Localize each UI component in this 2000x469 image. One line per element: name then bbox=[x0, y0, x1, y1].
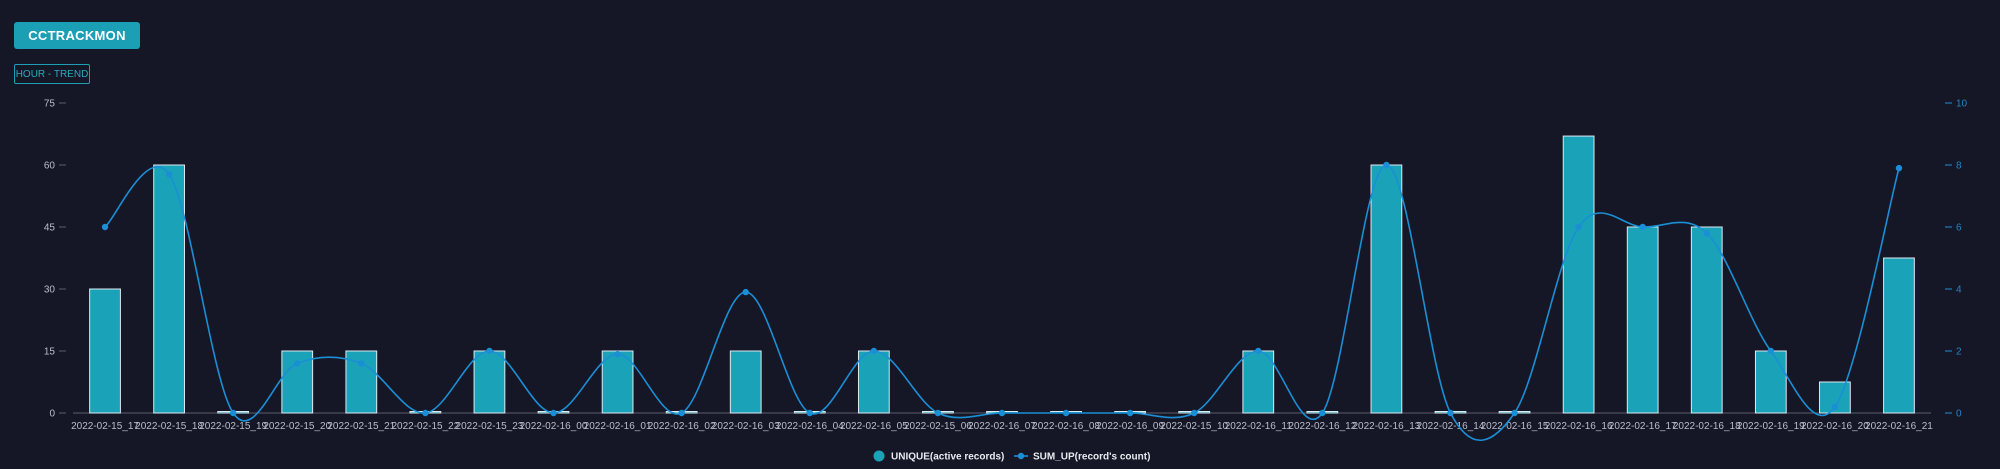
y-left-tick-label: 75 bbox=[44, 99, 56, 110]
y-left-tick-label: 45 bbox=[44, 223, 56, 234]
line-point[interactable] bbox=[294, 360, 301, 367]
hour-trend-chart: 0153045607502468102022-02-15_172022-02-1… bbox=[44, 99, 1968, 463]
x-tick-label: 2022-02-16_00 bbox=[520, 421, 588, 432]
x-tick-label: 2022-02-16_20 bbox=[1801, 421, 1869, 432]
line-point[interactable] bbox=[1511, 409, 1518, 417]
line-point[interactable] bbox=[550, 409, 557, 417]
line-point[interactable] bbox=[870, 347, 878, 355]
legend-item-unique[interactable]: UNIQUE(active records) bbox=[891, 452, 1004, 463]
y-left-tick-label: 0 bbox=[49, 409, 55, 420]
x-tick-label: 2022-02-16_17 bbox=[1609, 421, 1677, 432]
x-tick-label: 2022-02-16_02 bbox=[648, 421, 716, 432]
line-point[interactable] bbox=[1895, 164, 1903, 172]
bar[interactable] bbox=[1370, 164, 1403, 414]
line-point[interactable] bbox=[1319, 409, 1326, 417]
bar[interactable] bbox=[1883, 257, 1915, 414]
x-tick-label: 2022-02-15_20 bbox=[263, 421, 331, 432]
y-right-tick-label: 2 bbox=[1956, 347, 1962, 358]
line-point[interactable] bbox=[614, 350, 621, 358]
bar[interactable] bbox=[1754, 350, 1787, 414]
x-tick-label: 2022-02-15_06 bbox=[904, 421, 972, 432]
x-tick-label: 2022-02-15_17 bbox=[71, 421, 139, 432]
bars-layer bbox=[89, 135, 1915, 414]
x-tick-label: 2022-02-15_18 bbox=[135, 421, 203, 432]
line-point[interactable] bbox=[101, 223, 109, 231]
x-tick-label: 2022-02-15_10 bbox=[1160, 421, 1228, 432]
x-tick-label: 2022-02-15_21 bbox=[327, 421, 395, 432]
x-tick-label: 2022-02-16_04 bbox=[776, 421, 844, 432]
y-right-tick-label: 10 bbox=[1956, 99, 1968, 110]
x-tick-label: 2022-02-16_19 bbox=[1737, 421, 1805, 432]
x-tick-label: 2022-02-15_19 bbox=[199, 421, 267, 432]
x-tick-label: 2022-02-16_18 bbox=[1673, 421, 1741, 432]
axes-layer: 0153045607502468102022-02-15_172022-02-1… bbox=[44, 99, 1968, 433]
y-right-tick-label: 4 bbox=[1956, 285, 1962, 296]
line-point[interactable] bbox=[1062, 409, 1070, 417]
x-tick-label: 2022-02-15_22 bbox=[391, 421, 459, 432]
line-point[interactable] bbox=[1383, 161, 1390, 169]
y-left-tick-label: 60 bbox=[44, 161, 56, 172]
line-point[interactable] bbox=[1447, 409, 1454, 417]
line-point[interactable] bbox=[1703, 230, 1710, 237]
line-point[interactable] bbox=[1255, 347, 1262, 355]
x-tick-label: 2022-02-16_05 bbox=[840, 421, 908, 432]
line-point[interactable] bbox=[1126, 409, 1134, 417]
y-left-tick-label: 30 bbox=[44, 285, 56, 296]
line-point[interactable] bbox=[806, 409, 813, 417]
line-point[interactable] bbox=[422, 409, 429, 417]
x-tick-label: 2022-02-16_03 bbox=[712, 421, 780, 432]
y-right-tick-label: 0 bbox=[1956, 409, 1962, 420]
legend-item-sum-up[interactable]: SUM_UP(record's count) bbox=[1033, 452, 1150, 463]
legend[interactable]: UNIQUE(active records) SUM_UP(record's co… bbox=[873, 450, 1151, 463]
x-tick-label: 2022-02-16_15 bbox=[1481, 421, 1549, 432]
x-tick-label: 2022-02-16_09 bbox=[1096, 421, 1164, 432]
bar[interactable] bbox=[473, 350, 506, 414]
line-point[interactable] bbox=[1767, 347, 1775, 355]
x-tick-label: 2022-02-15_23 bbox=[456, 421, 524, 432]
y-right-tick-label: 8 bbox=[1956, 161, 1962, 172]
line-point[interactable] bbox=[1639, 223, 1646, 231]
bar[interactable] bbox=[1626, 226, 1659, 414]
line-point[interactable] bbox=[742, 288, 749, 296]
line-point[interactable] bbox=[229, 409, 237, 417]
bar[interactable] bbox=[1690, 226, 1723, 414]
bar[interactable] bbox=[1242, 350, 1275, 414]
line-point[interactable] bbox=[1831, 403, 1839, 410]
legend-line-marker-icon bbox=[1017, 452, 1025, 460]
x-tick-label: 2022-02-16_11 bbox=[1225, 421, 1293, 432]
line-point[interactable] bbox=[1575, 223, 1582, 231]
bar[interactable] bbox=[857, 350, 890, 414]
x-tick-label: 2022-02-16_13 bbox=[1352, 421, 1420, 432]
x-tick-label: 2022-02-16_21 bbox=[1865, 421, 1933, 432]
x-tick-label: 2022-02-16_16 bbox=[1545, 421, 1613, 432]
x-tick-label: 2022-02-16_08 bbox=[1032, 421, 1100, 432]
x-tick-label: 2022-02-16_07 bbox=[968, 421, 1036, 432]
line-point[interactable] bbox=[934, 409, 942, 417]
line-point[interactable] bbox=[1191, 409, 1198, 417]
bar[interactable] bbox=[1562, 135, 1595, 414]
line-point[interactable] bbox=[486, 347, 493, 355]
line-point[interactable] bbox=[165, 171, 173, 178]
x-tick-label: 2022-02-16_14 bbox=[1417, 421, 1485, 432]
line-point[interactable] bbox=[998, 409, 1006, 417]
y-left-tick-label: 15 bbox=[44, 347, 56, 358]
legend-bar-icon bbox=[873, 450, 885, 462]
x-tick-label: 2022-02-16_01 bbox=[584, 421, 652, 432]
x-tick-label: 2022-02-16_12 bbox=[1288, 421, 1356, 432]
bar[interactable] bbox=[729, 350, 762, 414]
bar[interactable] bbox=[89, 288, 121, 414]
line-point[interactable] bbox=[678, 409, 685, 417]
y-right-tick-label: 6 bbox=[1956, 223, 1962, 234]
line-point[interactable] bbox=[358, 360, 365, 367]
